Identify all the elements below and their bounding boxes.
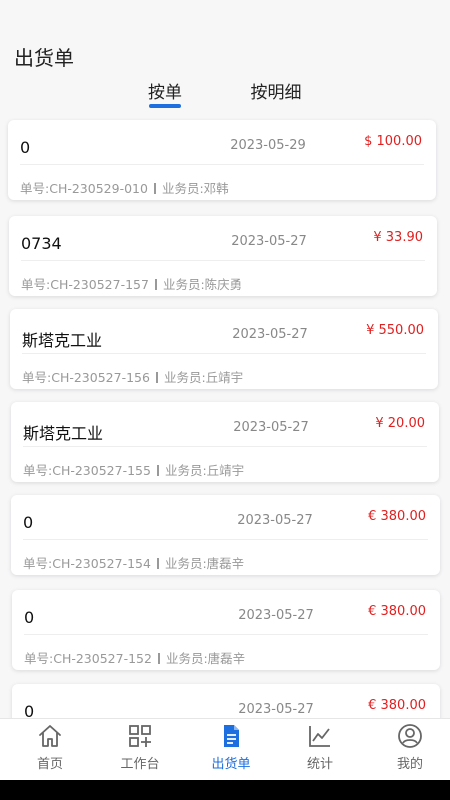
divider — [24, 634, 428, 635]
salesperson: 业务员:唐磊辛 — [164, 556, 245, 571]
order-amount: ¥ 550.00 — [366, 323, 424, 338]
divider — [23, 446, 427, 447]
order-date: 2023-05-27 — [238, 608, 314, 623]
order-date: 2023-05-27 — [237, 513, 313, 528]
salesperson: 业务员:邓韩 — [161, 181, 229, 196]
active-tab-indicator — [149, 104, 181, 108]
order-meta: 单号:CH-230529-010 业务员:邓韩 — [20, 178, 229, 197]
user-icon — [398, 724, 422, 748]
nav-statistics[interactable]: 统计 — [285, 723, 355, 775]
customer-name: 0 — [20, 138, 31, 157]
salesperson: 业务员:丘靖宇 — [163, 370, 244, 385]
workbench-icon — [129, 725, 151, 747]
home-icon — [39, 725, 61, 747]
divider — [22, 353, 426, 354]
bottom-nav: 首页 工作台 出货单 统计 我的 — [0, 718, 450, 780]
customer-name: 0734 — [21, 234, 62, 253]
order-card[interactable]: 斯塔克工业 2023-05-27 ¥ 550.00 单号:CH-230527-1… — [10, 309, 438, 389]
order-amount: € 380.00 — [368, 698, 426, 713]
order-meta: 单号:CH-230527-155 业务员:丘靖宇 — [23, 460, 244, 479]
order-meta: 单号:CH-230527-156 业务员:丘靖宇 — [22, 367, 243, 386]
order-amount: € 380.00 — [368, 604, 426, 619]
order-amount: ¥ 33.90 — [373, 230, 423, 245]
separator — [157, 653, 160, 664]
order-number: 单号:CH-230527-152 — [24, 651, 152, 666]
order-date: 2023-05-27 — [238, 702, 314, 717]
order-card[interactable]: 0 2023-05-27 € 380.00 单号:CH-230527-154 业务… — [11, 495, 440, 575]
nav-shipment[interactable]: 出货单 — [196, 723, 266, 775]
order-card[interactable]: 0 2023-05-29 $ 100.00 单号:CH-230529-010 业务… — [8, 120, 436, 200]
divider — [21, 260, 425, 261]
divider — [23, 539, 428, 540]
order-amount: ¥ 20.00 — [375, 416, 425, 431]
order-date: 2023-05-27 — [231, 234, 307, 249]
order-meta: 单号:CH-230527-157 业务员:陈庆勇 — [21, 274, 242, 293]
nav-shipment-label: 出货单 — [211, 757, 251, 772]
separator — [153, 183, 156, 194]
order-number: 单号:CH-230527-155 — [23, 463, 151, 478]
divider — [20, 164, 424, 165]
nav-statistics-label: 统计 — [306, 757, 333, 772]
separator — [156, 558, 159, 569]
customer-name: 斯塔克工业 — [22, 331, 103, 350]
order-card[interactable]: 0 2023-05-27 € 380.00 — [12, 684, 440, 718]
nav-profile[interactable]: 我的 — [375, 723, 445, 775]
salesperson: 业务员:陈庆勇 — [162, 277, 243, 292]
tab-bar: 按单 按明细 — [0, 78, 450, 114]
customer-name: 0 — [24, 702, 35, 718]
order-meta: 单号:CH-230527-154 业务员:唐磊辛 — [23, 553, 244, 572]
order-number: 单号:CH-230527-154 — [23, 556, 151, 571]
order-meta: 单号:CH-230527-152 业务员:唐磊辛 — [24, 648, 245, 667]
separator — [155, 372, 158, 383]
tab-by-detail[interactable]: 按明细 — [244, 78, 308, 103]
nav-home-label: 首页 — [36, 757, 63, 772]
order-card[interactable]: 0 2023-05-27 € 380.00 单号:CH-230527-152 业务… — [12, 590, 440, 670]
order-card[interactable]: 斯塔克工业 2023-05-27 ¥ 20.00 单号:CH-230527-15… — [11, 402, 439, 482]
customer-name: 斯塔克工业 — [23, 424, 104, 443]
salesperson: 业务员:唐磊辛 — [165, 651, 246, 666]
nav-profile-label: 我的 — [396, 757, 423, 772]
salesperson: 业务员:丘靖宇 — [164, 463, 245, 478]
order-amount: € 380.00 — [368, 509, 426, 524]
order-date: 2023-05-29 — [230, 138, 306, 153]
customer-name: 0 — [23, 513, 34, 532]
page-title: 出货单 — [14, 46, 74, 70]
document-icon — [224, 725, 239, 747]
order-list[interactable]: 0 2023-05-29 $ 100.00 单号:CH-230529-010 业务… — [0, 118, 450, 718]
nav-workbench[interactable]: 工作台 — [105, 723, 175, 775]
order-date: 2023-05-27 — [232, 327, 308, 342]
separator — [154, 279, 157, 290]
order-date: 2023-05-27 — [233, 420, 309, 435]
customer-name: 0 — [24, 608, 35, 627]
chart-icon — [309, 726, 330, 747]
order-amount: $ 100.00 — [364, 134, 422, 149]
nav-home[interactable]: 首页 — [15, 723, 85, 775]
order-number: 单号:CH-230527-156 — [22, 370, 150, 385]
system-bar — [0, 780, 450, 800]
order-number: 单号:CH-230529-010 — [20, 181, 148, 196]
order-number: 单号:CH-230527-157 — [21, 277, 149, 292]
tab-by-order[interactable]: 按单 — [140, 78, 190, 103]
separator — [156, 465, 159, 476]
nav-workbench-label: 工作台 — [120, 757, 160, 772]
order-card[interactable]: 0734 2023-05-27 ¥ 33.90 单号:CH-230527-157… — [9, 216, 437, 296]
